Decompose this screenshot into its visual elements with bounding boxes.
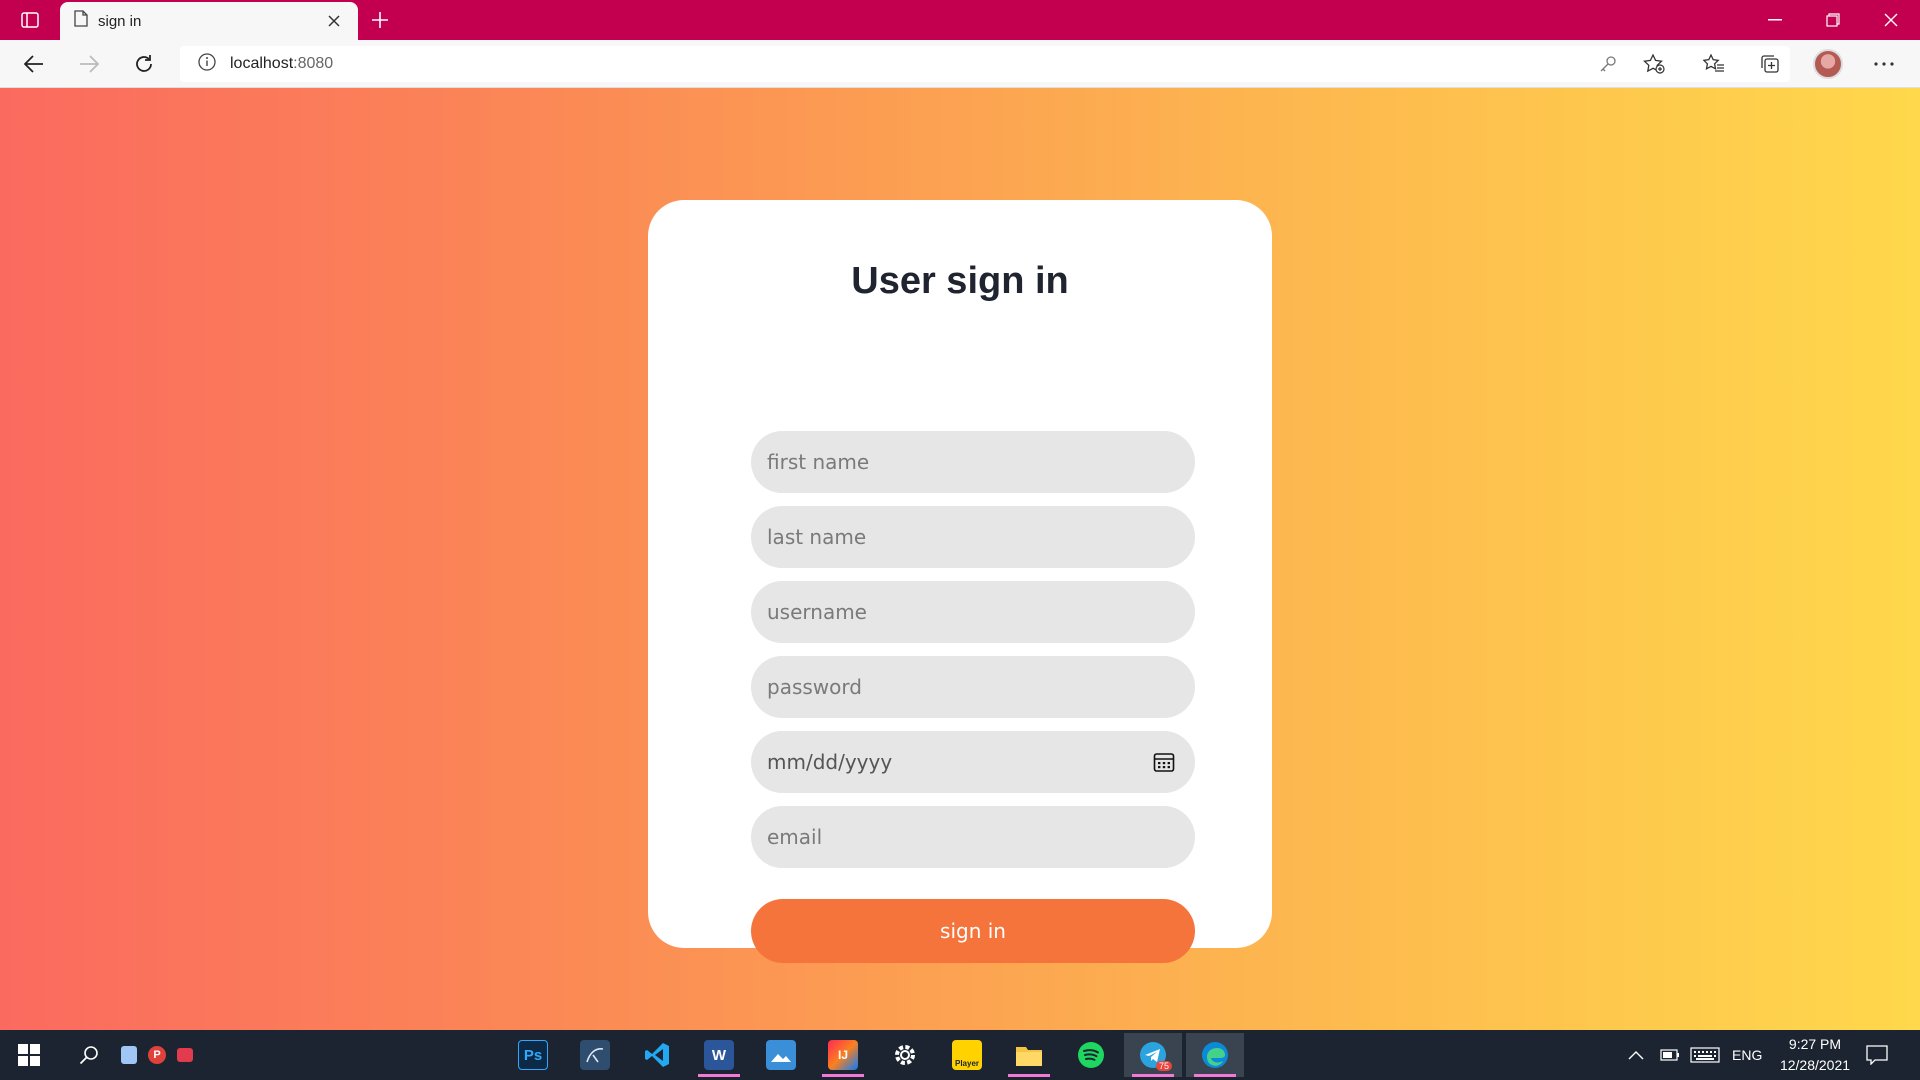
security-app-icon[interactable] bbox=[118, 1033, 140, 1077]
spotify-icon[interactable] bbox=[1062, 1033, 1120, 1077]
sign-in-card: User sign in first name last name userna… bbox=[648, 200, 1272, 963]
tab-actions-icon[interactable] bbox=[14, 8, 46, 32]
email-input[interactable]: email bbox=[751, 806, 1195, 868]
more-options-icon[interactable] bbox=[1866, 48, 1902, 80]
date-placeholder: mm/dd/yyyy bbox=[767, 750, 893, 774]
date-input[interactable]: mm/dd/yyyy bbox=[751, 731, 1195, 793]
last-name-placeholder: last name bbox=[767, 525, 867, 549]
running-indicator bbox=[1008, 1074, 1050, 1077]
intellij-icon[interactable]: IJ bbox=[814, 1033, 872, 1077]
telegram-badge: 75 bbox=[1155, 1061, 1172, 1071]
add-favorite-icon[interactable] bbox=[1638, 52, 1670, 76]
clock-date: 12/28/2021 bbox=[1779, 1057, 1851, 1073]
battery-icon[interactable] bbox=[1660, 1030, 1680, 1080]
running-indicator bbox=[1132, 1074, 1174, 1077]
media-player-icon[interactable]: Player bbox=[938, 1033, 996, 1077]
windows-taskbar: P Ps W IJ Player 75 ENG 9:27 PM 12/28/20… bbox=[0, 1030, 1920, 1080]
vscode-icon[interactable] bbox=[628, 1033, 686, 1077]
settings-gear-icon[interactable] bbox=[876, 1033, 934, 1077]
mysql-workbench-icon[interactable] bbox=[566, 1033, 624, 1077]
pinned-p-app-icon[interactable]: P bbox=[146, 1033, 168, 1077]
calendar-icon[interactable] bbox=[1151, 749, 1177, 775]
page-title: User sign in bbox=[851, 260, 1069, 302]
clock-time: 9:27 PM bbox=[1788, 1036, 1842, 1052]
recorder-app-icon[interactable] bbox=[174, 1033, 196, 1077]
back-icon[interactable] bbox=[16, 48, 52, 80]
password-input[interactable]: password bbox=[751, 656, 1195, 718]
browser-tab-bar: sign in bbox=[0, 0, 1920, 40]
running-indicator bbox=[698, 1074, 740, 1077]
running-indicator bbox=[822, 1074, 864, 1077]
favorites-icon[interactable] bbox=[1696, 48, 1732, 80]
forward-icon[interactable] bbox=[71, 48, 107, 80]
url-text: localhost:8080 bbox=[230, 55, 334, 72]
show-hidden-icons[interactable] bbox=[1628, 1030, 1644, 1080]
email-placeholder: email bbox=[767, 825, 823, 849]
address-bar: localhost:8080 bbox=[0, 40, 1920, 88]
edge-icon[interactable] bbox=[1186, 1033, 1244, 1077]
page-icon bbox=[74, 10, 88, 32]
avatar bbox=[1813, 49, 1843, 79]
close-window-icon[interactable] bbox=[1863, 0, 1919, 40]
collections-icon[interactable] bbox=[1752, 48, 1788, 80]
password-placeholder: password bbox=[767, 675, 862, 699]
first-name-input[interactable]: first name bbox=[751, 431, 1195, 493]
clock[interactable]: 9:27 PM 12/28/2021 bbox=[1770, 1034, 1860, 1076]
profile-avatar[interactable] bbox=[1810, 48, 1846, 80]
notifications-icon[interactable] bbox=[1866, 1030, 1888, 1080]
start-icon[interactable] bbox=[0, 1033, 58, 1077]
minimize-icon[interactable] bbox=[1747, 0, 1803, 40]
new-tab-icon[interactable] bbox=[366, 8, 394, 32]
username-placeholder: username bbox=[767, 600, 867, 624]
username-input[interactable]: username bbox=[751, 581, 1195, 643]
info-icon[interactable] bbox=[198, 52, 216, 76]
page-background: User sign in first name last name userna… bbox=[0, 88, 1920, 1030]
keyboard-icon[interactable] bbox=[1690, 1030, 1720, 1080]
file-explorer-icon[interactable] bbox=[1000, 1033, 1058, 1077]
search-icon[interactable] bbox=[60, 1033, 118, 1077]
close-tab-icon[interactable] bbox=[324, 11, 344, 31]
browser-tab[interactable]: sign in bbox=[60, 2, 358, 40]
key-icon[interactable] bbox=[1592, 52, 1624, 76]
photos-icon[interactable] bbox=[752, 1033, 810, 1077]
refresh-icon[interactable] bbox=[126, 48, 162, 80]
photoshop-icon[interactable]: Ps bbox=[504, 1033, 562, 1077]
url-input[interactable]: localhost:8080 bbox=[180, 46, 1790, 82]
language-indicator[interactable]: ENG bbox=[1732, 1030, 1762, 1080]
word-icon[interactable]: W bbox=[690, 1033, 748, 1077]
tab-title: sign in bbox=[98, 12, 142, 30]
telegram-icon[interactable]: 75 bbox=[1124, 1033, 1182, 1077]
running-indicator bbox=[1194, 1074, 1236, 1077]
sign-in-button[interactable]: sign in bbox=[751, 899, 1195, 963]
last-name-input[interactable]: last name bbox=[751, 506, 1195, 568]
first-name-placeholder: first name bbox=[767, 450, 870, 474]
restore-icon[interactable] bbox=[1805, 0, 1861, 40]
